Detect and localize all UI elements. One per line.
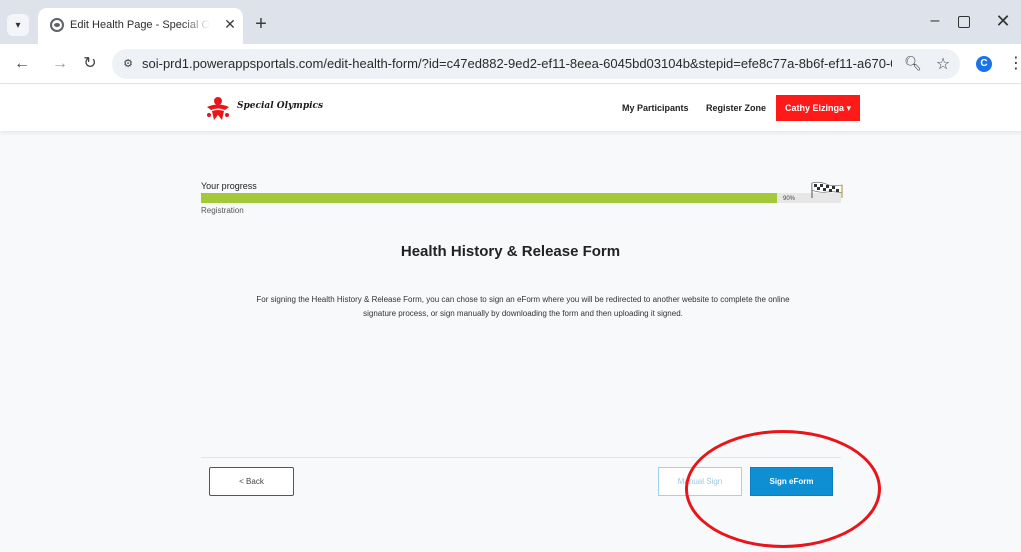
checkered-flag-icon — [811, 181, 843, 198]
site-header: Special Olympics My Participants Registe… — [0, 85, 1021, 131]
kebab-menu-icon[interactable]: ⋮ — [1008, 54, 1021, 74]
back-button[interactable]: < Back — [209, 467, 294, 496]
form-description: For signing the Health History & Release… — [256, 295, 790, 318]
progress-bar — [201, 193, 841, 203]
page-content: Special Olympics My Participants Registe… — [0, 85, 1021, 552]
restore-icon[interactable] — [958, 16, 970, 28]
user-name: Cathy Elzinga — [785, 103, 845, 113]
profile-avatar[interactable]: C — [976, 56, 992, 72]
new-tab-plus-icon[interactable]: + — [250, 14, 272, 36]
tab-title: Edit Health Page - Special Olympics In — [70, 19, 210, 31]
nav-register-zone[interactable]: Register Zone — [706, 103, 766, 113]
url-text[interactable]: soi-prd1.powerappsportals.com/edit-healt… — [142, 56, 892, 71]
chevron-down-icon: ▾ — [846, 103, 852, 113]
page-title: Health History & Release Form — [400, 243, 621, 260]
browser-tab-strip: ▾ Edit Health Page - Special Olympics In… — [0, 0, 1021, 44]
sign-eform-button[interactable]: Sign eForm — [750, 467, 833, 496]
nav-my-participants[interactable]: My Participants — [622, 103, 689, 113]
reload-icon[interactable]: ↻ — [80, 54, 100, 74]
progress-percent: 90% — [783, 196, 796, 202]
divider — [201, 457, 841, 458]
minimize-icon[interactable]: – — [926, 13, 944, 30]
address-bar[interactable]: ⚙ soi-prd1.powerappsportals.com/edit-hea… — [112, 49, 960, 79]
globe-icon — [50, 18, 64, 32]
browser-toolbar: ← → ↻ ⚙ soi-prd1.powerappsportals.com/ed… — [0, 44, 1021, 84]
progress-step-label: Registration — [201, 206, 244, 215]
progress-label: Your progress — [201, 181, 257, 191]
arrow-right-icon[interactable]: → — [50, 54, 70, 74]
arrow-left-icon[interactable]: ← — [12, 54, 32, 74]
window-close-icon[interactable]: ✕ — [993, 12, 1013, 32]
close-icon[interactable]: ✕ — [222, 16, 238, 32]
logo-text[interactable]: Special Olympics — [237, 101, 323, 111]
zoom-icon[interactable]: 🔍︎ — [904, 55, 922, 73]
browser-tab[interactable]: Edit Health Page - Special Olympics In ✕ — [38, 8, 243, 44]
user-menu-button[interactable]: Cathy Elzinga ▾ — [776, 95, 860, 121]
star-icon[interactable]: ☆ — [934, 54, 952, 73]
progress-fill — [201, 193, 777, 203]
tab-search-chevron-down-icon[interactable]: ▾ — [7, 14, 29, 36]
manual-sign-button[interactable]: Manual Sign — [658, 467, 742, 496]
special-olympics-logo-icon[interactable] — [203, 93, 233, 123]
site-settings-icon[interactable]: ⚙ — [120, 56, 136, 72]
